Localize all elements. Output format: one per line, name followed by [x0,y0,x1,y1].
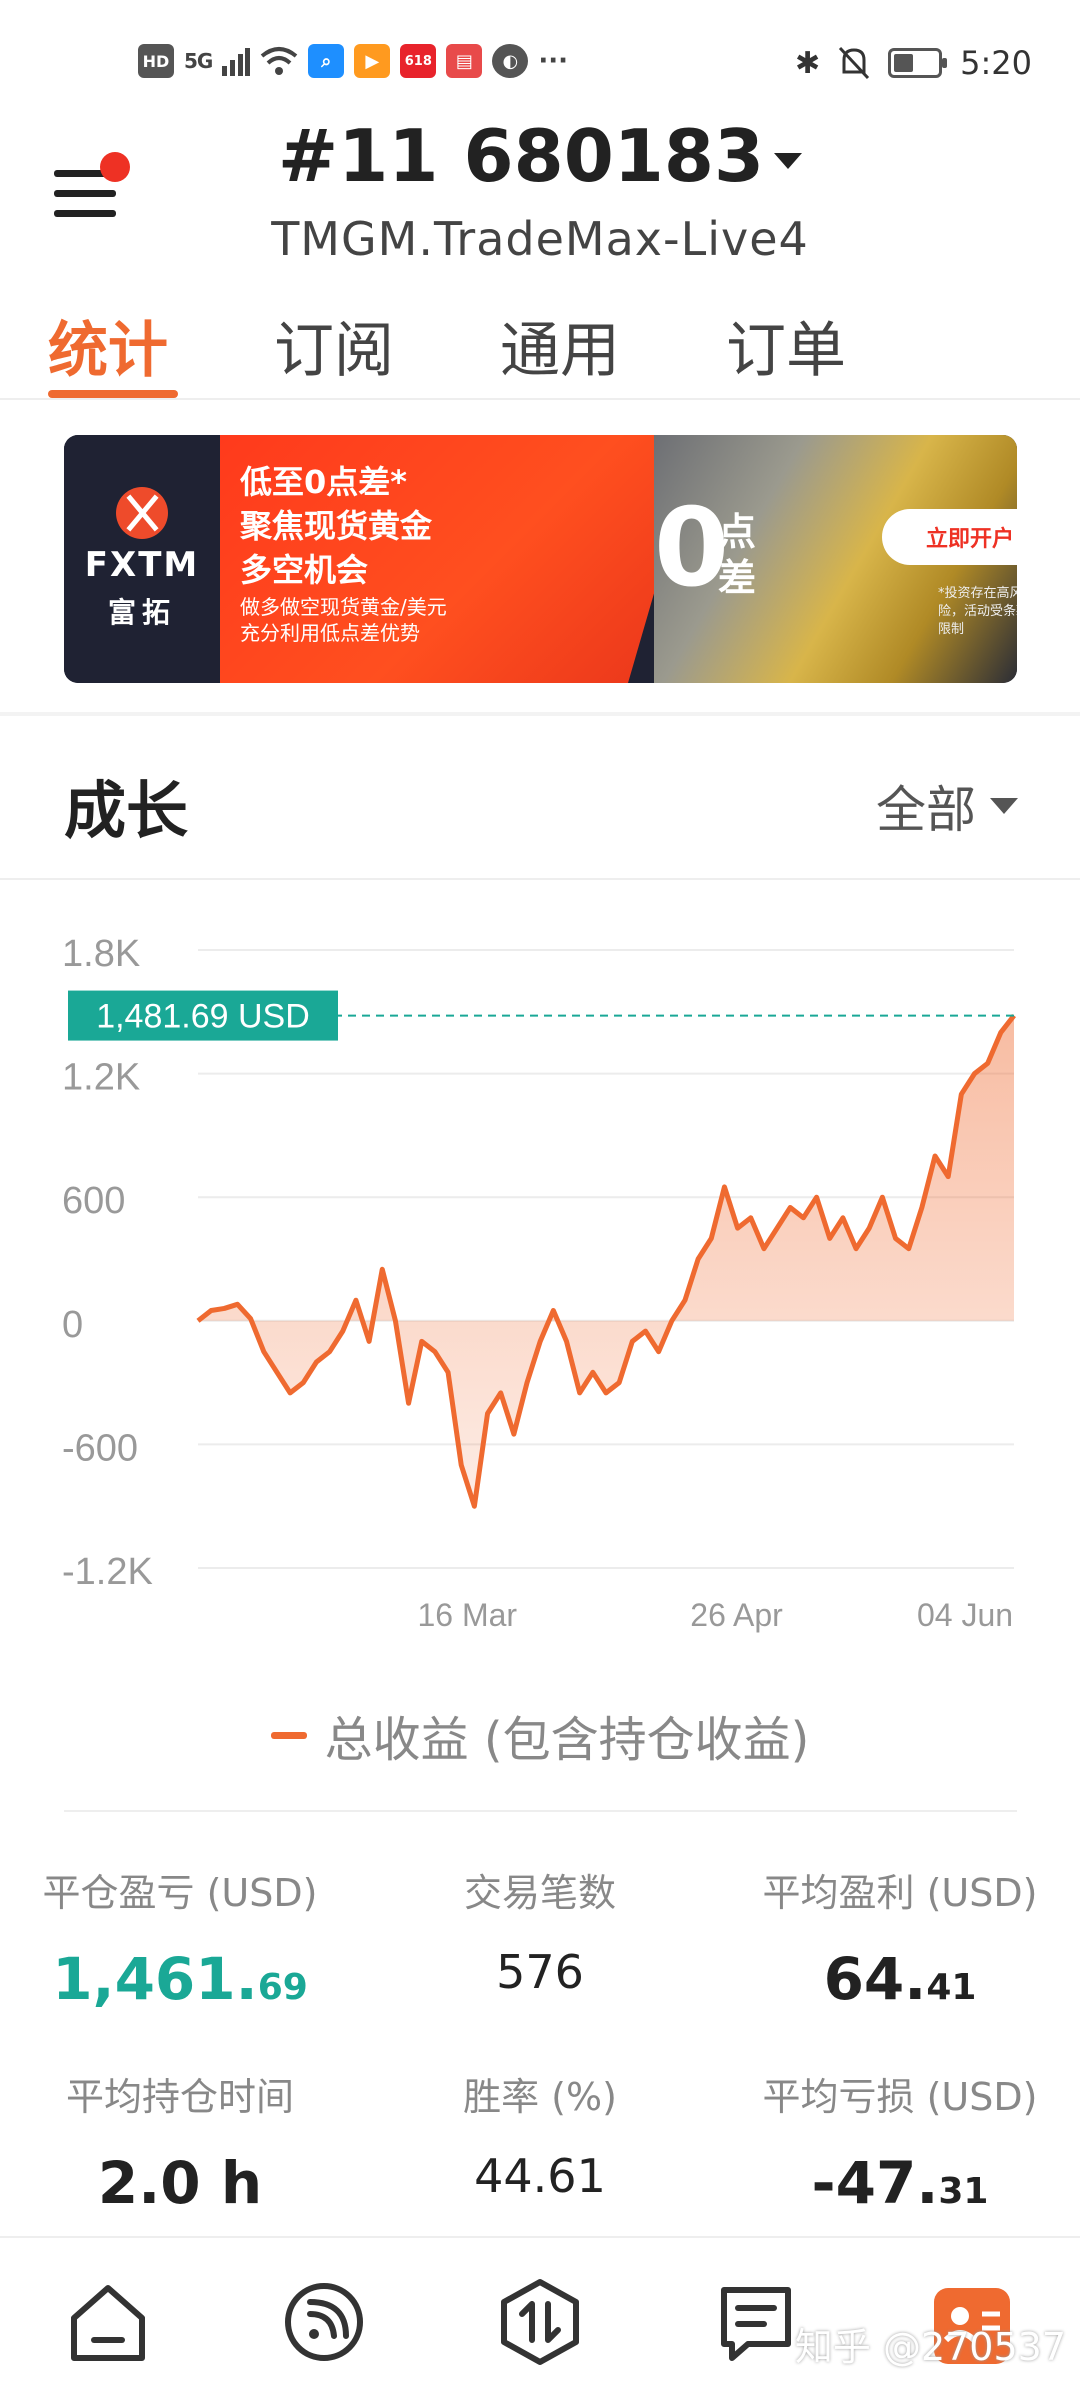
status-bar: HD 5G ⌕ ▶ 618 ▤ ◐ ··· ✱ 5:20 [0,0,1080,130]
banner-headline: 低至0点差* [240,463,408,501]
mute-bell-icon [839,46,870,80]
banner-line-3: 多空机会 [240,551,369,589]
series-area [198,1015,1014,1507]
y-tick-label: -1.2K [62,1551,153,1593]
stat-value-dec: 31 [938,2171,989,2212]
ad-banner[interactable]: FXTM 富拓 低至0点差* 聚焦现货黄金 多空机会 做多做空现货黄金/美元 充… [64,435,1017,683]
stat-label: 平均亏损 (USD) [762,2075,1038,2119]
stat-value-dec: 69 [257,1967,308,2008]
active-tab-indicator [48,390,178,398]
risk-disclaimer: *投资存在高风险，活动受条款限制 [938,586,1017,638]
stat-label: 胜率 (%) [463,2075,617,2119]
bluetooth-icon: ✱ [795,45,821,81]
zero-spread-label-2: 差 [718,556,757,600]
x-tick-label: 16 Mar [417,1597,517,1633]
stat-label: 交易笔数 [463,1871,616,1915]
stat-avg-loss: 平均亏损 (USD) -47.31 [720,2066,1080,2217]
period-filter-dropdown[interactable]: 全部 [876,770,1018,842]
stat-closed-pl: 平仓盈亏 (USD) 1,461.69 [0,1862,360,2013]
account-number: #11 680183 [277,114,765,198]
banner-line-5: 充分利用低点差优势 [240,621,420,645]
y-tick-label: 1.2K [62,1057,140,1099]
tab-stats[interactable]: 统计 [48,302,168,389]
tab-general[interactable]: 通用 [500,302,620,389]
home-icon[interactable] [60,2274,156,2370]
tab-subscribe[interactable]: 订阅 [274,302,394,389]
growth-chart[interactable]: 1.8K 1.2K 600 0 -600 -1.2K 16 Mar 26 Apr 04 Jun 1… [0,900,1080,1680]
y-tick-label: 600 [62,1180,125,1222]
stat-avg-profit: 平均盈利 (USD) 64.41 [720,1862,1080,2013]
y-tick-label: 0 [62,1304,83,1346]
fxtm-logo: FXTM 富拓 [64,435,220,683]
status-icons-left: HD 5G ⌕ ▶ 618 ▤ ◐ ··· [138,44,568,78]
chart-legend: 总收益 (包含持仓收益) [0,1700,1080,1770]
more-icon: ··· [538,46,568,76]
x-tick-label: 26 Apr [690,1597,783,1633]
battery-icon [888,48,948,78]
stat-value-dec: 41 [926,1967,977,2008]
section-divider [0,712,1080,716]
growth-title: 成长 [64,774,189,847]
server-name: TMGM.TradeMax-Live4 [271,212,809,266]
stat-value: 1,461.69 [0,1945,360,2013]
orders-icon[interactable] [708,2274,804,2370]
stat-win-rate: 胜率 (%) 44.61 [360,2066,720,2203]
stat-value-int: 64. [823,1945,927,2013]
signal-bars-icon [222,48,251,76]
signal-icon: 5G [184,49,213,73]
chevron-down-icon [774,153,803,170]
hd-icon: HD [138,44,174,78]
stat-label: 平仓盈亏 (USD) [42,1871,318,1915]
subscription-icon[interactable] [276,2274,372,2370]
stat-value-int: -47. [811,2149,939,2217]
legend-swatch [270,1731,307,1739]
stat-trades: 交易笔数 576 [360,1862,720,1999]
tab-orders[interactable]: 订单 [726,302,846,389]
y-tick-label: -600 [62,1427,138,1469]
book-app-icon: ▤ [446,44,483,78]
banner-line-4: 做多做空现货黄金/美元 [240,595,447,619]
tab-bar: 统计 订阅 通用 订单 [0,290,1080,400]
status-icons-right: ✱ 5:20 [795,44,1032,82]
banner-line-2: 聚焦现货黄金 [240,507,433,545]
divider [0,878,1080,880]
chevron-down-icon [990,798,1018,814]
period-filter-label: 全部 [876,781,976,839]
stat-label: 平均盈利 (USD) [762,1871,1038,1915]
fxtm-brand: FXTM [84,545,200,585]
browser-app-icon: ◐ [492,44,529,78]
clock: 5:20 [960,44,1032,82]
stat-value: 576 [496,1945,584,1999]
fxtm-logo-icon [116,487,168,539]
account-selector[interactable]: #11 680183 [0,114,1080,198]
divider [64,1810,1017,1812]
watermark: 知乎 @270537 [794,2325,1066,2369]
y-tick-label: 1.8K [62,933,140,975]
search-app-icon: ⌕ [308,44,345,78]
stat-value: 44.61 [474,2149,606,2203]
promo-app-icon: 618 [400,44,437,78]
legend-label: 总收益 (包含持仓收益) [324,1712,810,1768]
video-app-icon: ▶ [354,44,391,78]
x-tick-label: 04 Jun [917,1597,1013,1633]
current-value-label: 1,481.69 USD [96,998,310,1036]
stat-avg-hold: 平均持仓时间 2.0 h [0,2066,360,2217]
fxtm-brand-cn: 富拓 [107,596,176,629]
stat-label: 平均持仓时间 [65,2075,294,2119]
open-account-button[interactable]: 立即开户 [882,509,1017,565]
stat-value-int: 1,461. [52,1945,258,2013]
stat-value: 2.0 h [97,2149,263,2217]
stat-value: -47.31 [720,2149,1080,2217]
trade-icon[interactable] [492,2274,588,2370]
wifi-icon [261,47,298,75]
stat-value: 64.41 [720,1945,1080,2013]
